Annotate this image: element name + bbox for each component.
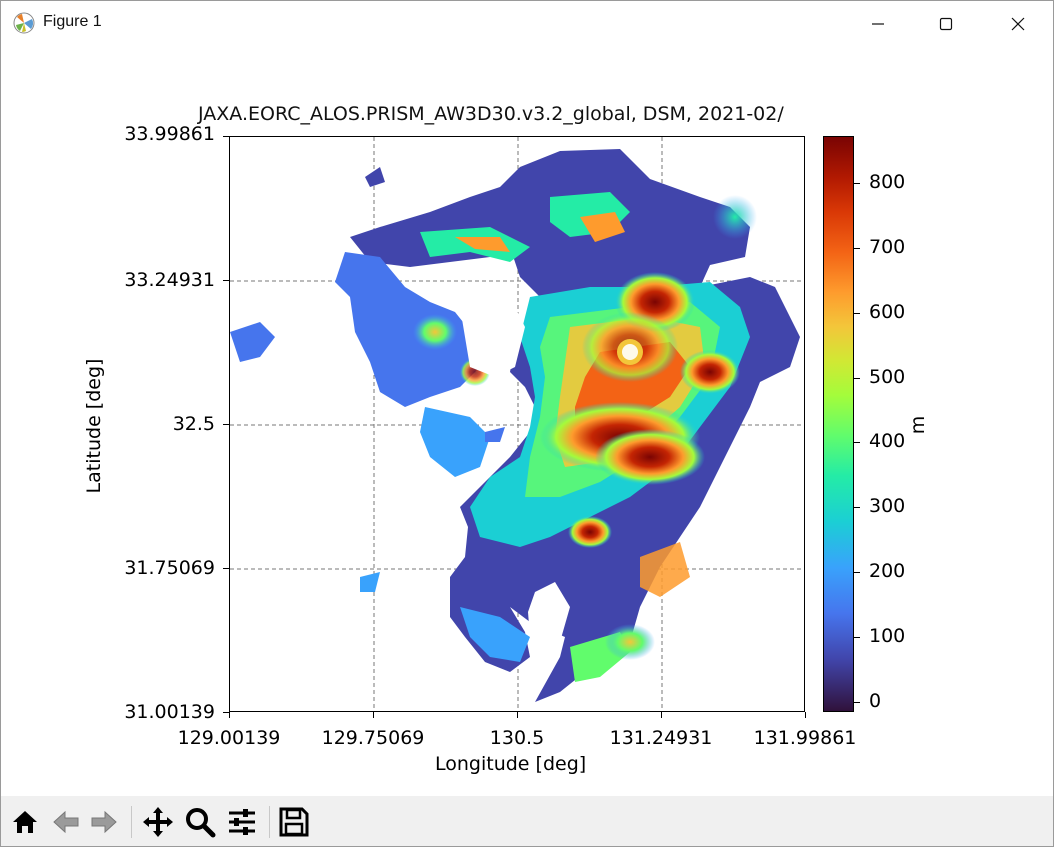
forward-icon [91, 810, 117, 834]
y-tick-label: 32.5 [172, 413, 215, 435]
elevation-heatmap [230, 137, 804, 711]
back-icon [53, 810, 79, 834]
y-tick-label: 33.99861 [124, 123, 215, 145]
colorbar-tickmark [854, 378, 860, 379]
colorbar-tick-label: 700 [869, 236, 906, 258]
x-tickmark [373, 712, 374, 718]
colorbar-tick-label: 0 [869, 690, 882, 712]
plot-title: JAXA.EORC_ALOS.PRISM_AW3D30.v3.2_global,… [198, 103, 784, 125]
pan-button[interactable] [141, 805, 175, 839]
x-tickmark [517, 712, 518, 718]
configure-subplots-icon [229, 809, 255, 835]
y-tick-label: 31.75069 [124, 557, 215, 579]
y-tick-label: 31.00139 [124, 701, 215, 723]
toolbar-separator [269, 806, 270, 838]
y-tickmark [223, 280, 229, 281]
x-axis-label: Longitude [deg] [435, 753, 587, 775]
pan-icon [143, 807, 173, 837]
back-button[interactable] [49, 805, 83, 839]
configure-subplots-button[interactable] [225, 805, 259, 839]
ariake-sea [460, 297, 525, 377]
colorbar-tickmark [854, 442, 860, 443]
minimize-button[interactable] [855, 1, 901, 46]
x-tickmark [805, 712, 806, 718]
y-tickmark [223, 712, 229, 713]
y-tickmark [223, 136, 229, 137]
x-tick-label: 129.75069 [321, 727, 425, 749]
y-axis-label: Latitude [deg] [83, 358, 105, 494]
save-icon [279, 807, 309, 837]
plot-axes[interactable] [229, 136, 805, 712]
y-tickmark [223, 568, 229, 569]
colorbar-tick-label: 200 [869, 560, 906, 582]
colorbar-tickmark [854, 507, 860, 508]
colorbar-tickmark [854, 702, 860, 703]
minimize-icon [872, 22, 884, 25]
colorbar-tick-label: 100 [869, 625, 906, 647]
navigation-toolbar [1, 796, 1053, 846]
colorbar-tickmark [854, 637, 860, 638]
maximize-button[interactable] [923, 1, 969, 46]
colorbar-tick-label: 300 [869, 495, 906, 517]
close-icon [1011, 17, 1025, 30]
save-button[interactable] [277, 805, 311, 839]
maximize-icon [939, 17, 953, 30]
figure-window: Figure 1 JAXA.EORC_ALOS.PRISM_AW3D30.v3.… [0, 0, 1054, 847]
x-tickmark [229, 712, 230, 718]
matplotlib-icon [13, 12, 35, 34]
colorbar-tick-label: 400 [869, 430, 906, 452]
colorbar-tick-label: 600 [869, 301, 906, 323]
y-tick-label: 33.24931 [124, 269, 215, 291]
colorbar-tick-label: 500 [869, 366, 906, 388]
title-bar[interactable]: Figure 1 [1, 1, 1053, 46]
window-title: Figure 1 [43, 13, 102, 30]
colorbar-tickmark [854, 248, 860, 249]
x-tick-label: 129.00139 [177, 727, 281, 749]
x-tick-label: 131.24931 [609, 727, 713, 749]
x-tick-label: 130.5 [489, 727, 545, 749]
colorbar [823, 136, 854, 712]
colorbar-tickmark [854, 183, 860, 184]
zoom-button[interactable] [183, 805, 217, 839]
colorbar-tickmark [854, 313, 860, 314]
colorbar-unit-label: m [907, 415, 929, 435]
x-tick-label: 131.99861 [753, 727, 857, 749]
colorbar-tickmark [854, 572, 860, 573]
zoom-icon [186, 808, 216, 838]
y-tickmark [223, 424, 229, 425]
home-icon [13, 811, 37, 833]
close-button[interactable] [995, 1, 1041, 46]
forward-button[interactable] [87, 805, 121, 839]
x-tickmark [661, 712, 662, 718]
toolbar-separator [131, 806, 132, 838]
home-button[interactable] [8, 805, 42, 839]
colorbar-tick-label: 800 [869, 171, 906, 193]
